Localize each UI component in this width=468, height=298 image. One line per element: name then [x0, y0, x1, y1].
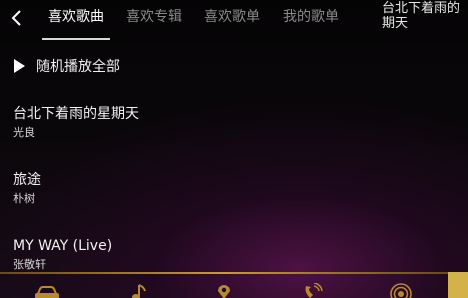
- chevron-left-icon: [11, 10, 21, 26]
- now-playing-title[interactable]: 台北下着雨的 期天: [382, 1, 468, 31]
- now-playing-line-2: 期天: [382, 16, 409, 31]
- back-button[interactable]: [2, 4, 32, 32]
- play-all-label: 随机播放全部: [36, 59, 120, 75]
- song-title: 台北下着雨的星期天: [13, 106, 139, 122]
- phone-icon[interactable]: [298, 283, 328, 298]
- map-pin-icon[interactable]: [209, 283, 239, 298]
- music-app-screen: 喜欢歌曲 喜欢专辑 喜欢歌单 我的歌单 台北下着雨的 期天 随机播放全部 台北下…: [0, 0, 468, 298]
- song-title: MY WAY (Live): [13, 238, 113, 254]
- tab-liked-albums[interactable]: 喜欢专辑: [126, 8, 182, 26]
- active-tab-indicator: [42, 38, 110, 40]
- song-row[interactable]: 台北下着雨的星期天 光良: [13, 105, 453, 149]
- song-artist: 朴树: [13, 192, 35, 205]
- song-row[interactable]: MY WAY (Live) 张敬轩: [13, 237, 453, 281]
- song-artist: 张敬轩: [13, 258, 46, 271]
- dock-accent-tab[interactable]: [448, 272, 468, 298]
- top-bar: 喜欢歌曲 喜欢专辑 喜欢歌单 我的歌单 台北下着雨的 期天: [0, 0, 468, 40]
- dock-divider: [0, 272, 448, 274]
- song-row[interactable]: 旅途 朴树: [13, 171, 453, 215]
- radio-icon[interactable]: [386, 283, 416, 298]
- play-all-button[interactable]: 随机播放全部: [12, 54, 120, 78]
- song-artist: 光良: [13, 126, 35, 139]
- play-icon: [14, 59, 25, 73]
- now-playing-line-1: 台北下着雨的: [382, 1, 461, 16]
- song-title: 旅途: [13, 172, 41, 188]
- tab-my-playlists[interactable]: 我的歌单: [283, 8, 339, 26]
- music-note-icon[interactable]: [124, 283, 154, 298]
- tab-liked-songs[interactable]: 喜欢歌曲: [48, 8, 104, 26]
- tab-liked-playlists[interactable]: 喜欢歌单: [204, 8, 260, 26]
- car-icon[interactable]: [32, 283, 62, 298]
